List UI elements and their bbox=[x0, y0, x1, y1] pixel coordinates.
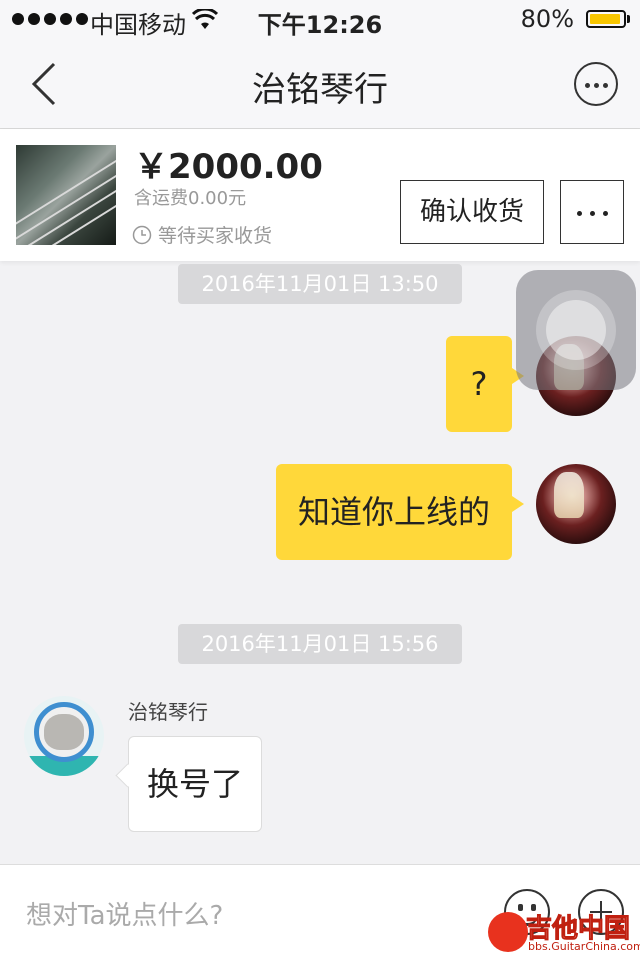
message-input[interactable] bbox=[24, 895, 468, 937]
message-bubble-outgoing[interactable]: 知道你上线的 bbox=[276, 464, 524, 560]
order-more-button[interactable] bbox=[560, 180, 624, 244]
message-text: ? bbox=[470, 365, 488, 403]
watermark-url: bbs.GuitarChina.com bbox=[528, 940, 640, 953]
message-bubble-incoming[interactable]: 换号了 bbox=[128, 736, 262, 832]
message-text: 知道你上线的 bbox=[297, 493, 490, 531]
shipping-fee: 含运费0.00元 bbox=[134, 188, 247, 209]
nav-bar: 治铭琴行 bbox=[0, 40, 640, 129]
watermark-logo: 吉他中国 bbs.GuitarChina.com bbox=[488, 906, 640, 956]
sender-name: 治铭琴行 bbox=[128, 700, 208, 724]
message-bubble-outgoing[interactable]: ? bbox=[446, 336, 524, 432]
page-title: 治铭琴行 bbox=[252, 70, 388, 110]
order-status-text: 等待买家收货 bbox=[158, 225, 273, 247]
battery-percent: 80% bbox=[520, 5, 574, 33]
watermark-icon bbox=[488, 912, 528, 952]
battery-tip bbox=[627, 15, 630, 23]
assistive-touch-button[interactable] bbox=[516, 270, 636, 390]
clock-icon bbox=[132, 225, 152, 244]
chat-timestamp: 2016年11月01日 13:50 bbox=[178, 264, 462, 304]
status-bar: 中国移动 下午12:26 80% bbox=[0, 0, 640, 40]
confirm-receipt-button[interactable]: 确认收货 bbox=[400, 180, 544, 244]
my-avatar[interactable] bbox=[536, 464, 616, 544]
order-status: 等待买家收货 bbox=[132, 221, 272, 248]
battery-icon bbox=[586, 10, 626, 28]
more-button[interactable] bbox=[574, 62, 618, 106]
order-card: ￥2000.00 含运费0.00元 等待买家收货 确认收货 bbox=[0, 129, 640, 261]
message-text: 换号了 bbox=[146, 765, 243, 803]
seller-avatar[interactable] bbox=[24, 696, 104, 776]
order-price: ￥2000.00 bbox=[134, 147, 323, 187]
product-thumbnail[interactable] bbox=[16, 145, 116, 245]
chat-timestamp: 2016年11月01日 15:56 bbox=[178, 624, 462, 664]
